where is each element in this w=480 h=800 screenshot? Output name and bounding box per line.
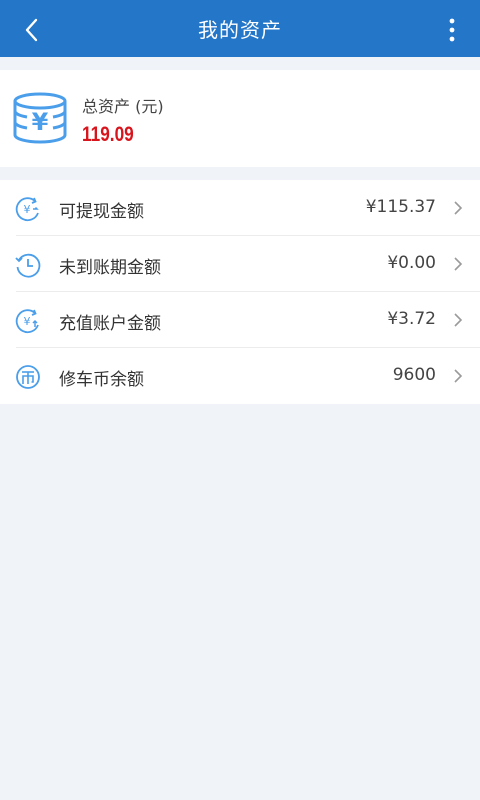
pending-value: ¥0.00 xyxy=(387,253,436,273)
withdrawable-value: ¥115.37 xyxy=(365,197,436,217)
total-assets-label: 总资产 (元) xyxy=(82,97,164,116)
repair-coins-value: 9600 xyxy=(392,365,436,385)
pending-label: 未到账期金额 xyxy=(59,258,161,278)
more-options-button[interactable] xyxy=(440,12,464,48)
chevron-right-icon xyxy=(454,257,463,271)
repair-coins-label: 修车币余额 xyxy=(59,370,144,390)
assets-list: ¥ 可提现金额 ¥115.37 未到账期金额 ¥0.00 ¥ 充值账户金额 ¥3… xyxy=(0,180,480,404)
svg-text:¥: ¥ xyxy=(24,315,31,328)
svg-text:¥: ¥ xyxy=(32,108,49,136)
page-title: 我的资产 xyxy=(198,18,282,42)
coin-currency-icon xyxy=(16,365,40,389)
recharge-label: 充值账户金额 xyxy=(59,314,161,334)
chevron-left-icon xyxy=(25,18,38,42)
list-item-recharge[interactable]: ¥ 充值账户金额 ¥3.72 xyxy=(0,292,480,348)
coin-stack-yuan-icon: ¥ xyxy=(13,92,67,144)
more-vertical-icon xyxy=(449,18,455,42)
app-bar: 我的资产 xyxy=(0,0,480,57)
recharge-value: ¥3.72 xyxy=(387,309,436,329)
list-item-repair-coins[interactable]: 修车币余额 9600 xyxy=(0,348,480,404)
back-button[interactable] xyxy=(14,12,50,48)
total-assets-card: ¥ 总资产 (元) 119.09 xyxy=(0,70,480,167)
total-assets-value: 119.09 xyxy=(82,123,134,146)
svg-text:¥: ¥ xyxy=(24,203,31,216)
list-item-pending[interactable]: 未到账期金额 ¥0.00 xyxy=(0,236,480,292)
withdrawable-label: 可提现金额 xyxy=(59,202,144,222)
clock-history-icon xyxy=(15,253,41,278)
chevron-right-icon xyxy=(454,369,463,383)
yuan-recharge-icon: ¥ xyxy=(15,309,39,334)
chevron-right-icon xyxy=(454,201,463,215)
yuan-withdraw-icon: ¥ xyxy=(15,197,39,222)
list-item-withdrawable[interactable]: ¥ 可提现金额 ¥115.37 xyxy=(0,180,480,236)
chevron-right-icon xyxy=(454,313,463,327)
